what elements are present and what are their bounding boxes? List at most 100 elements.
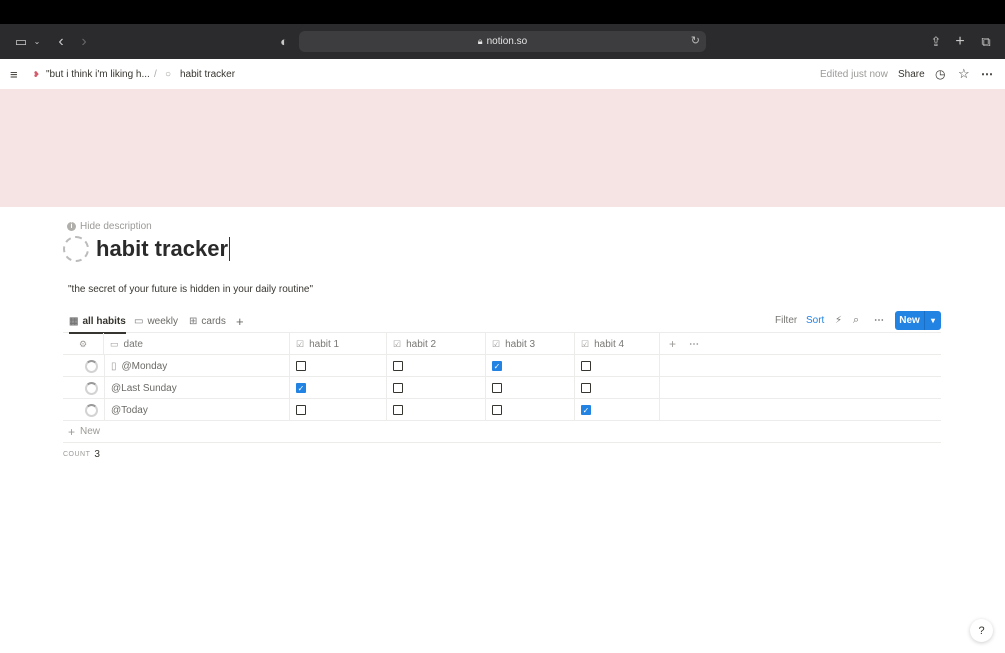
checkbox-icon: ☑ xyxy=(296,338,305,349)
date-cell[interactable]: @Last Sunday xyxy=(104,377,290,399)
shield-icon[interactable]: ◐ xyxy=(277,24,291,59)
calendar-icon: ▭ xyxy=(110,338,119,349)
column-header-habit-3[interactable]: ☑ habit 3 xyxy=(486,333,575,355)
date-cell[interactable]: ▯ @Monday xyxy=(104,355,290,377)
status-column-header[interactable]: ⚙︎ xyxy=(63,333,104,355)
tab-label: weekly xyxy=(147,315,179,327)
automation-icon[interactable]: ⚡︎ xyxy=(835,309,842,331)
checkbox-icon: ☑ xyxy=(581,338,590,349)
notion-topbar: ≡ ❥ "but i think i'm liking h... / ○ hab… xyxy=(0,59,1005,89)
checkbox-checked[interactable]: ✓ xyxy=(296,383,306,393)
back-icon[interactable]: ‹ xyxy=(54,24,68,59)
share-icon[interactable]: ⇪ xyxy=(929,24,943,59)
checkbox-unchecked[interactable] xyxy=(581,361,591,371)
date-mention[interactable]: @Monday xyxy=(122,361,168,372)
view-tabs: ▦ all habits ▭ weekly ⊞ cards + Filter S… xyxy=(63,309,941,334)
tabs-overview-icon[interactable]: ⧉ xyxy=(978,24,994,59)
tab-weekly[interactable]: ▭ weekly xyxy=(134,309,178,333)
checkbox-unchecked[interactable] xyxy=(296,361,306,371)
breadcrumb-parent[interactable]: "but i think i'm liking h... xyxy=(46,59,150,89)
star-icon[interactable]: ☆ xyxy=(958,59,970,89)
add-column-icon[interactable]: + xyxy=(663,333,683,355)
table-row[interactable]: @Last Sunday ✓ xyxy=(63,377,941,399)
page-cover[interactable] xyxy=(0,89,1005,207)
table-row[interactable]: @Today ✓ xyxy=(63,399,941,421)
habit-3-cell: ✓ xyxy=(486,355,575,377)
lock-icon: 🔒︎ xyxy=(477,36,483,46)
tab-cards[interactable]: ⊞ cards xyxy=(189,309,226,333)
habit-4-cell: ✓ xyxy=(575,399,660,421)
checkbox-unchecked[interactable] xyxy=(393,405,403,415)
filter-button[interactable]: Filter xyxy=(775,309,797,331)
url-text: notion.so xyxy=(486,36,528,47)
habit-1-cell: ✓ xyxy=(290,377,387,399)
tab-all-habits[interactable]: ▦ all habits xyxy=(69,309,126,334)
table-icon: ▦ xyxy=(69,315,79,327)
date-mention[interactable]: @Last Sunday xyxy=(111,383,177,394)
add-view-icon[interactable]: + xyxy=(236,309,244,333)
date-cell[interactable]: @Today xyxy=(104,399,290,421)
share-button[interactable]: Share xyxy=(898,59,925,89)
sort-button[interactable]: Sort xyxy=(806,309,824,331)
column-header-habit-1[interactable]: ☑ habit 1 xyxy=(290,333,387,355)
checkbox-checked[interactable]: ✓ xyxy=(581,405,591,415)
checkbox-unchecked[interactable] xyxy=(393,361,403,371)
page-description[interactable]: "the secret of your future is hidden in … xyxy=(68,284,313,295)
loading-spinner-icon xyxy=(85,359,98,373)
checkbox-unchecked[interactable] xyxy=(296,405,306,415)
column-header-habit-4[interactable]: ☑ habit 4 xyxy=(575,333,660,355)
breadcrumb-separator: / xyxy=(154,68,157,80)
add-row-button[interactable]: + New xyxy=(63,421,941,443)
column-label: habit 3 xyxy=(505,338,536,350)
breadcrumb-current[interactable]: habit tracker xyxy=(180,59,235,89)
search-icon[interactable]: ⌕ xyxy=(853,309,859,331)
more-columns-icon[interactable]: ⋯ xyxy=(683,333,703,355)
menu-icon[interactable]: ≡ xyxy=(10,59,18,89)
loading-spinner-icon xyxy=(85,381,98,395)
column-header-habit-2[interactable]: ☑ habit 2 xyxy=(387,333,486,355)
count-value: 3 xyxy=(94,449,100,460)
chevron-down-icon[interactable]: ⌄ xyxy=(32,24,42,59)
add-row-label: New xyxy=(80,426,101,437)
page-title[interactable]: habit tracker xyxy=(96,236,228,262)
help-button[interactable]: ? xyxy=(970,619,993,642)
sidebar-toggle-icon[interactable]: ▭ xyxy=(12,24,30,59)
table-row[interactable]: ▯ @Monday ✓ xyxy=(63,355,941,377)
loading-spinner-icon xyxy=(85,403,98,417)
forward-icon[interactable]: › xyxy=(77,24,91,59)
checkbox-unchecked[interactable] xyxy=(393,383,403,393)
new-tab-icon[interactable]: + xyxy=(953,24,967,59)
habit-3-cell xyxy=(486,377,575,399)
date-mention[interactable]: @Today xyxy=(111,405,148,416)
more-options-icon[interactable]: ⋯ xyxy=(874,309,884,331)
checkbox-unchecked[interactable] xyxy=(581,383,591,393)
row-status-cell[interactable] xyxy=(63,399,104,421)
page-icon: ▯ xyxy=(111,360,117,372)
table-header: ⚙︎ ▭ date ☑ habit 1 ☑ habit 2 ☑ habit 3 ☑ hab… xyxy=(63,333,941,355)
checkbox-unchecked[interactable] xyxy=(492,383,502,393)
reload-icon[interactable]: ↻ xyxy=(691,34,700,47)
column-header-date[interactable]: ▭ date xyxy=(104,333,290,355)
status-icon: ⚙︎ xyxy=(78,338,88,349)
checkbox-icon: ☑ xyxy=(393,338,402,349)
row-status-cell[interactable] xyxy=(63,377,104,399)
new-button[interactable]: New ▾ xyxy=(895,311,941,330)
browser-toolbar: ▭ ⌄ ‹ › ◐ 🔒︎ notion.so ↻ ⇪ + ⧉ xyxy=(0,24,1005,59)
column-label: habit 2 xyxy=(406,338,437,350)
hide-description-label: Hide description xyxy=(80,221,152,232)
url-bar[interactable]: 🔒︎ notion.so ↻ xyxy=(299,31,706,52)
gallery-icon: ⊞ xyxy=(189,315,198,327)
row-status-cell[interactable] xyxy=(63,355,104,377)
checkbox-checked[interactable]: ✓ xyxy=(492,361,502,371)
hide-description-button[interactable]: i Hide description xyxy=(67,221,152,232)
count-footer: COUNT 3 xyxy=(63,449,100,460)
chevron-down-icon[interactable]: ▾ xyxy=(925,316,941,325)
chat-bubble-icon: ○ xyxy=(165,68,172,80)
count-label: COUNT xyxy=(63,451,91,458)
more-icon[interactable]: ⋯ xyxy=(981,59,993,89)
column-label: date xyxy=(123,338,143,350)
habit-4-cell xyxy=(575,377,660,399)
history-icon[interactable]: ◷ xyxy=(935,59,945,89)
checkbox-unchecked[interactable] xyxy=(492,405,502,415)
page-icon[interactable] xyxy=(63,236,89,262)
